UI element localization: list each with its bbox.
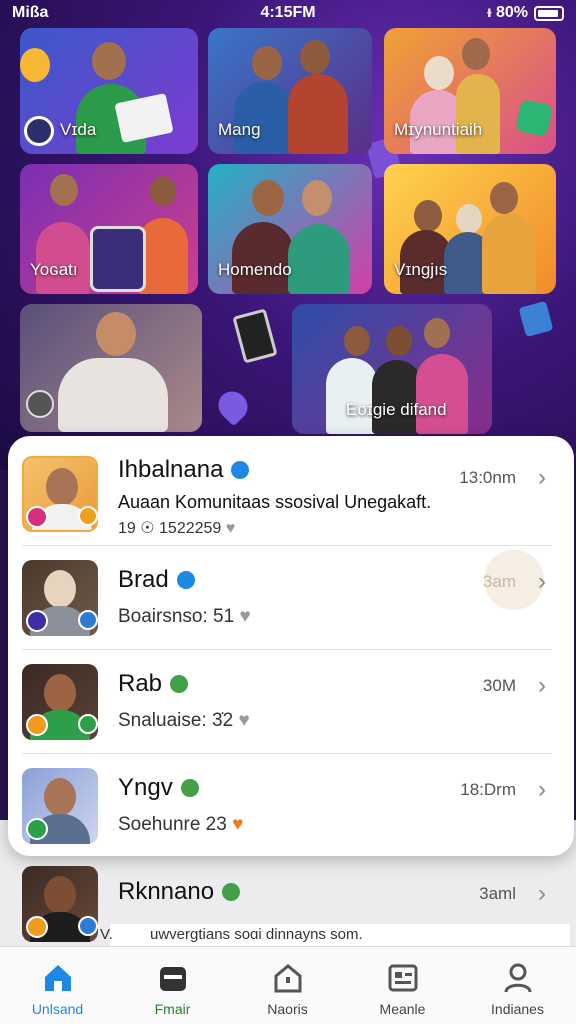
list-item[interactable]: Rab Snaluaise: 3̇2 ♥ 30M ›: [22, 650, 552, 754]
footer-prefix: V.: [100, 926, 113, 943]
collage-tile-community[interactable]: Mɪynuntiaih: [384, 28, 556, 154]
heart-icon[interactable]: ♥: [232, 814, 243, 835]
house-outline-icon: [271, 961, 305, 995]
nav-item-home[interactable]: Unlsand: [0, 947, 115, 1024]
collage-tile-couple[interactable]: Homendo: [208, 164, 372, 294]
nav-label: Unlsand: [31, 1001, 84, 1017]
footer-text: uwvergtians soɑi dinnayns som.: [150, 926, 363, 943]
pink-badge-icon: [26, 506, 48, 528]
list-item-name: Rab: [118, 670, 163, 697]
list-item[interactable]: Ihbalnana Auaan Komunitaas ssosival Uneg…: [22, 442, 552, 546]
collage-tile-friends[interactable]: Mang: [208, 28, 372, 154]
gold-badge-icon: [78, 506, 98, 526]
green-play-badge-icon: [26, 818, 48, 840]
tile-label: Homendo: [218, 260, 292, 279]
nav-item-notices[interactable]: Naoris: [230, 947, 345, 1024]
floating-chat-icon: [518, 300, 554, 338]
chevron-right-icon[interactable]: ›: [538, 880, 546, 908]
heart-icon[interactable]: ♥: [239, 606, 250, 627]
hero-collage: Vɪda Mang Mɪynuntiaih Yoɢatı Homendo Vɪn…: [0, 0, 576, 470]
blue-badge-icon: [78, 916, 98, 936]
nav-label: Fmair: [154, 1001, 191, 1017]
list-item-subtitle: Snaluaise: 3̇2: [118, 710, 234, 731]
list-item-time: 3am: [482, 572, 516, 591]
bookmark-icon: [515, 99, 553, 137]
nav-item-inbox[interactable]: Fmair: [115, 947, 230, 1024]
list-item-meta: 19 ☉ 1522259: [118, 520, 222, 537]
floating-heart-icon: [212, 385, 254, 427]
bottom-nav: Unlsand Fmair Naoris Meanle Indianes: [0, 946, 576, 1024]
footer-strip: V. uwvergtians soɑi dinnayns som.: [100, 924, 570, 946]
orange-badge-icon: [26, 916, 48, 938]
nav-label: Indianes: [491, 1001, 544, 1017]
collage-tile-group[interactable]: Yoɢatı: [20, 164, 198, 294]
tile-label: Eoɪgie difand: [346, 400, 447, 419]
list-item-name: Rknnano: [118, 878, 215, 905]
green-badge-icon: [78, 714, 98, 734]
verified-icon: [180, 779, 199, 797]
tile-label: Mɪynuntiaih: [394, 120, 483, 139]
battery-icon: [534, 5, 564, 21]
list-item-name: Yngv: [118, 774, 173, 801]
list-item-time: 3aml: [479, 884, 516, 903]
nav-label: Meanle: [379, 1001, 426, 1017]
floating-phone-icon: [232, 308, 278, 364]
collage-tile-video[interactable]: Vɪda: [20, 28, 198, 154]
status-bar: Mißa 4:15FM ᵻ 80%: [0, 0, 576, 26]
id-card-icon: [386, 961, 420, 995]
chevron-right-icon[interactable]: ›: [538, 464, 546, 492]
list-item-subtitle: Soehunre 23: [118, 814, 227, 835]
nav-item-media[interactable]: Meanle: [345, 947, 460, 1024]
tile-label: Vɪda: [60, 120, 97, 139]
collage-tile-friends-group[interactable]: Eoɪgie difand: [292, 304, 492, 434]
gamepad-icon: [26, 390, 54, 418]
verified-icon: [176, 571, 195, 589]
logo-c-icon: [24, 116, 54, 146]
list-item[interactable]: Brad Boairsnso: 51 ♥ 3am ›: [22, 546, 552, 650]
blue-badge-icon: [78, 610, 98, 630]
heart-icon[interactable]: ♥: [238, 710, 249, 731]
verified-icon: [231, 461, 250, 479]
list-item-name: Brad: [118, 566, 169, 593]
list-item-name: Ihbalnana: [118, 456, 224, 483]
play-icon: [20, 48, 50, 82]
collage-tile-selfie[interactable]: Vɪngjıs: [384, 164, 556, 294]
collage-tile-gamer[interactable]: [20, 304, 202, 432]
list-item[interactable]: Yngv Soehunre 23 ♥ 18:Drm ›: [22, 754, 552, 858]
list-item-time: 13:0nm: [459, 468, 516, 487]
list-item-time: 18:Drm: [460, 780, 516, 799]
nav-label: Naoris: [267, 1001, 308, 1017]
nav-item-profile[interactable]: Indianes: [460, 947, 575, 1024]
home-icon: [41, 961, 75, 995]
person-icon: [501, 961, 535, 995]
verified-icon: [222, 883, 241, 901]
number-badge-icon: [26, 610, 48, 632]
tile-label: Vɪngjıs: [394, 260, 448, 279]
list-item-description: Auaan Komunitaas ssosival Unegakaft.: [118, 492, 432, 512]
inbox-icon: [156, 961, 190, 995]
tile-label: Yoɢatı: [30, 260, 78, 279]
chevron-right-icon[interactable]: ›: [538, 568, 546, 596]
orange-badge-icon: [26, 714, 48, 736]
list-item-subtitle: Boairsnso: 51: [118, 606, 235, 627]
verified-icon: [170, 675, 189, 693]
status-right: ᵻ 80%: [487, 4, 564, 22]
chevron-right-icon[interactable]: ›: [538, 776, 546, 804]
battery-percent: ᵻ 80%: [487, 4, 528, 21]
heart-icon[interactable]: ♥: [226, 520, 236, 537]
tile-label: Mang: [218, 120, 261, 139]
list-item-time: 30M: [482, 676, 516, 695]
chevron-right-icon[interactable]: ›: [538, 672, 546, 700]
